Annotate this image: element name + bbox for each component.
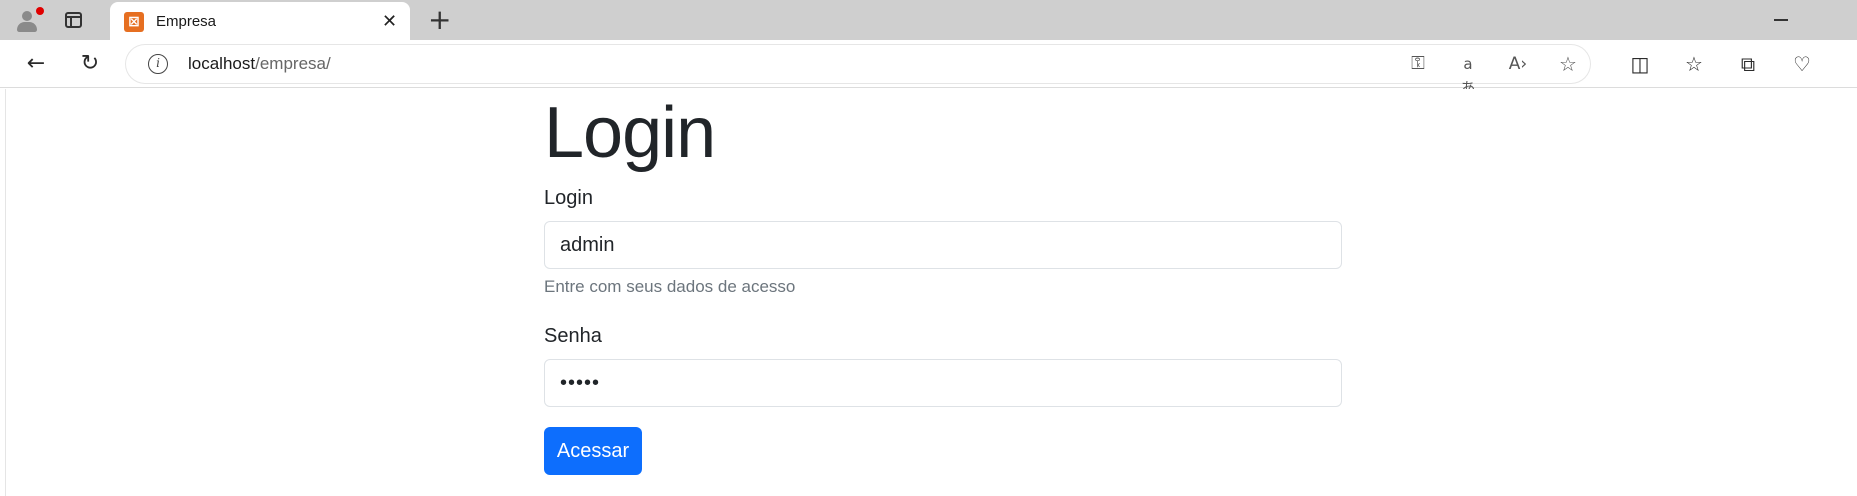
url-path: /empresa/ [255, 54, 331, 73]
tab-actions-icon[interactable] [64, 10, 84, 30]
read-aloud-icon[interactable]: A› [1506, 52, 1530, 76]
browser-toolbar: ← ↻ i localhost/empresa/ ⚿ aあ A› ☆ ◫ ☆ ⧉… [0, 40, 1857, 97]
tab-title: Empresa [156, 13, 217, 30]
xampp-icon: ⊠ [124, 12, 144, 32]
profile-avatar-icon[interactable] [14, 7, 44, 33]
tab-strip: ⊠ Empresa ✕ + [0, 0, 1857, 40]
login-help-text: Entre com seus dados de acesso [544, 277, 796, 296]
address-url[interactable]: localhost/empresa/ [188, 54, 331, 74]
favorite-star-icon[interactable]: ☆ [1556, 52, 1580, 76]
plus-icon[interactable]: + [428, 4, 451, 36]
back-icon[interactable]: ← [22, 50, 50, 78]
submit-button[interactable]: Acessar [544, 427, 642, 475]
info-icon[interactable]: i [148, 54, 168, 74]
split-screen-icon[interactable]: ◫ [1626, 50, 1654, 78]
url-host: localhost [188, 54, 256, 73]
favorites-icon[interactable]: ☆ [1680, 50, 1708, 78]
tab-empresa[interactable]: ⊠ Empresa ✕ [110, 2, 410, 40]
refresh-icon[interactable]: ↻ [76, 50, 104, 78]
browser-window: ⊠ Empresa ✕ + ← ↻ i localhost/empresa/ ⚿… [0, 0, 1857, 496]
password-label: Senha [544, 325, 602, 347]
login-input[interactable]: admin [544, 221, 1342, 269]
translate-icon[interactable]: aあ [1456, 52, 1480, 97]
page-title: Login [544, 93, 716, 173]
collections-icon[interactable]: ⧉ [1734, 50, 1762, 78]
address-bar[interactable]: i localhost/empresa/ ⚿ aあ A› ☆ [126, 45, 1590, 97]
close-icon[interactable]: ✕ [382, 11, 397, 32]
login-label: Login [544, 187, 593, 209]
page-viewport: Login Login admin Entre com seus dados d… [6, 89, 1836, 496]
key-icon[interactable]: ⚿ [1406, 52, 1430, 76]
browser-essentials-icon[interactable]: ♡ [1788, 50, 1816, 78]
password-input[interactable]: ••••• [544, 359, 1342, 407]
minimize-icon[interactable] [1774, 19, 1788, 21]
